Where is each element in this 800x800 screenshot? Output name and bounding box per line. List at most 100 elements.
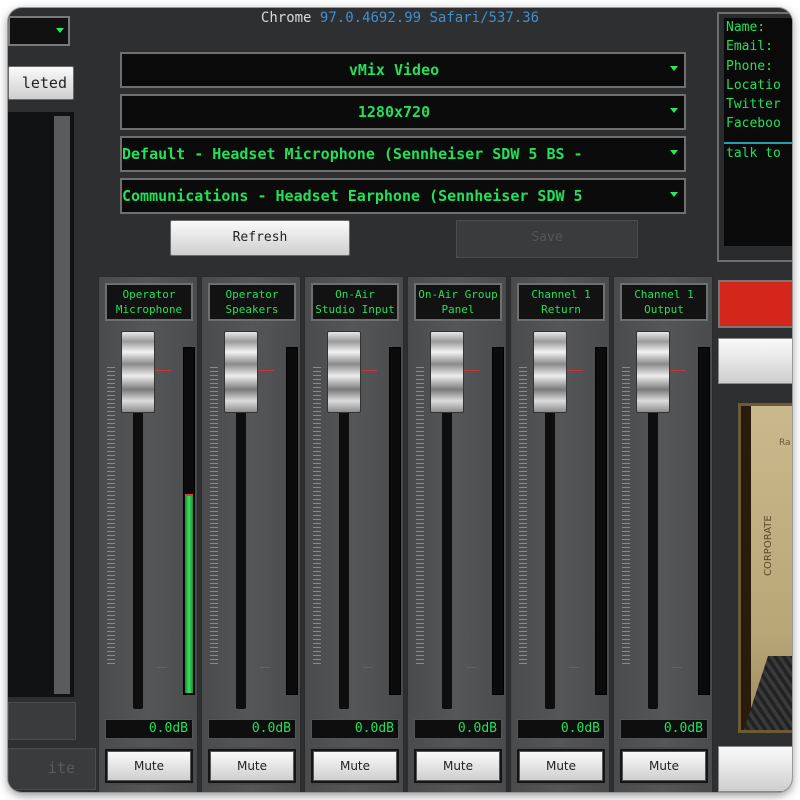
- mute-button[interactable]: Mute: [416, 751, 500, 781]
- chevron-down-icon: [670, 192, 678, 197]
- speaker-value: Communications - Headset Earphone (Sennh…: [122, 187, 583, 205]
- min-mark: [466, 667, 476, 668]
- contact-info-panel: Name: Email: Phone: Locatio Twitter Face…: [717, 12, 792, 262]
- channel-label: On-Air Group Panel: [414, 283, 502, 321]
- level-meter-fill: [185, 494, 193, 693]
- gain-readout: 0.0dB: [517, 719, 605, 739]
- save-button[interactable]: Save: [456, 220, 638, 258]
- chevron-down-icon: [670, 66, 678, 71]
- app-window: Chrome 97.0.4692.99 Safari/537.36 leted …: [8, 8, 792, 792]
- mute-control: Mute: [618, 747, 710, 785]
- left-disabled-button: [8, 702, 76, 740]
- channel-strip: On-Air Studio Input 0.0dB Mute: [304, 276, 404, 792]
- fader-scale: [622, 367, 630, 667]
- channel-strip: Operator Speakers 0.0dB Mute: [201, 276, 301, 792]
- min-mark: [260, 667, 270, 668]
- chevron-down-icon: [56, 28, 64, 33]
- channel-label-line1: Operator: [225, 288, 279, 301]
- channel-strip: Channel 1 Return 0.0dB Mute: [510, 276, 610, 792]
- browser-info-header: Chrome 97.0.4692.99 Safari/537.36: [8, 8, 792, 30]
- right-bottom-button[interactable]: [718, 746, 792, 792]
- video-source-select[interactable]: vMix Video: [120, 52, 686, 88]
- phone-label: Phone:: [726, 59, 773, 74]
- channel-label-line1: Channel 1: [531, 288, 591, 301]
- channel-strip: Operator Microphone 0.0dB Mute: [98, 276, 198, 792]
- mute-button[interactable]: Mute: [313, 751, 397, 781]
- channel-strip: Channel 1 Output 0.0dB Mute: [613, 276, 713, 792]
- speaker-select[interactable]: Communications - Headset Earphone (Sennh…: [120, 178, 686, 214]
- contact-info-box: Name: Email: Phone: Locatio Twitter Face…: [724, 18, 792, 246]
- browser-name: Chrome: [260, 10, 312, 26]
- name-label: Name:: [726, 20, 766, 35]
- twitter-label: Twitter: [726, 97, 781, 112]
- fader-handle[interactable]: [533, 331, 567, 413]
- channel-label-line2: Studio Input: [315, 303, 395, 316]
- mute-control: Mute: [103, 747, 195, 785]
- mute-control: Mute: [309, 747, 401, 785]
- channel-strip: On-Air Group Panel 0.0dB Mute: [407, 276, 507, 792]
- channel-label-line2: Output: [644, 303, 684, 316]
- level-meter: [389, 347, 401, 695]
- level-meter: [492, 347, 504, 695]
- fader-handle[interactable]: [430, 331, 464, 413]
- level-meter: [183, 347, 195, 695]
- mute-control: Mute: [412, 747, 504, 785]
- channel-label: Channel 1 Output: [620, 283, 708, 321]
- channel-label-line2: Microphone: [115, 303, 183, 316]
- live-indicator-button[interactable]: [718, 280, 792, 328]
- level-meter: [286, 347, 298, 695]
- mute-button[interactable]: Mute: [210, 751, 294, 781]
- preview-sign-text: CORPORATE: [763, 515, 774, 576]
- gain-readout: 0.0dB: [105, 719, 193, 739]
- channel-label-line2: Speakers: [225, 303, 279, 316]
- mute-button[interactable]: Mute: [107, 751, 191, 781]
- mute-button[interactable]: Mute: [519, 751, 603, 781]
- preview-sign-top: Ra: [779, 438, 791, 448]
- right-action-button[interactable]: [718, 338, 792, 384]
- fader-handle[interactable]: [121, 331, 155, 413]
- write-button[interactable]: ite: [8, 748, 96, 790]
- level-meter: [698, 347, 710, 695]
- fader-handle[interactable]: [327, 331, 361, 413]
- fader-scale: [210, 367, 218, 667]
- mute-control: Mute: [515, 747, 607, 785]
- channel-label: Operator Microphone: [105, 283, 193, 321]
- refresh-button[interactable]: Refresh: [170, 220, 350, 256]
- gain-readout: 0.0dB: [208, 719, 296, 739]
- preview-shadow: [741, 406, 751, 730]
- channel-label: Channel 1 Return: [517, 283, 605, 321]
- min-mark: [157, 667, 167, 668]
- gain-readout: 0.0dB: [620, 719, 708, 739]
- gain-readout: 0.0dB: [414, 719, 502, 739]
- mute-control: Mute: [206, 747, 298, 785]
- channel-label: On-Air Studio Input: [311, 283, 399, 321]
- channel-label-line2: Return: [541, 303, 581, 316]
- fader-handle[interactable]: [636, 331, 670, 413]
- channel-label-line1: Operator: [122, 288, 176, 301]
- left-dropdown[interactable]: [8, 16, 70, 46]
- left-scrollbar[interactable]: [54, 116, 70, 694]
- browser-version: 97.0.4692.99 Safari/537.36: [319, 10, 540, 26]
- deleted-button[interactable]: leted: [8, 66, 74, 100]
- channel-label: Operator Speakers: [208, 283, 296, 321]
- notes-text: talk to: [726, 146, 781, 161]
- location-label: Locatio: [726, 78, 781, 93]
- microphone-select[interactable]: Default - Headset Microphone (Sennheiser…: [120, 136, 686, 172]
- microphone-value: Default - Headset Microphone (Sennheiser…: [122, 145, 583, 163]
- studio-preview-image: Ra CORPORATE: [738, 403, 792, 733]
- fader-scale: [107, 367, 115, 667]
- min-mark: [569, 667, 579, 668]
- chevron-down-icon: [670, 108, 678, 113]
- facebook-label: Faceboo: [726, 116, 781, 131]
- channel-label-line2: Panel: [441, 303, 475, 316]
- resolution-value: 1280x720: [357, 103, 431, 121]
- fader-scale: [519, 367, 527, 667]
- min-mark: [672, 667, 682, 668]
- resolution-select[interactable]: 1280x720: [120, 94, 686, 130]
- min-mark: [363, 667, 373, 668]
- channel-label-line1: On-Air Group: [418, 288, 498, 301]
- mute-button[interactable]: Mute: [622, 751, 706, 781]
- fader-scale: [313, 367, 321, 667]
- fader-handle[interactable]: [224, 331, 258, 413]
- level-meter: [595, 347, 607, 695]
